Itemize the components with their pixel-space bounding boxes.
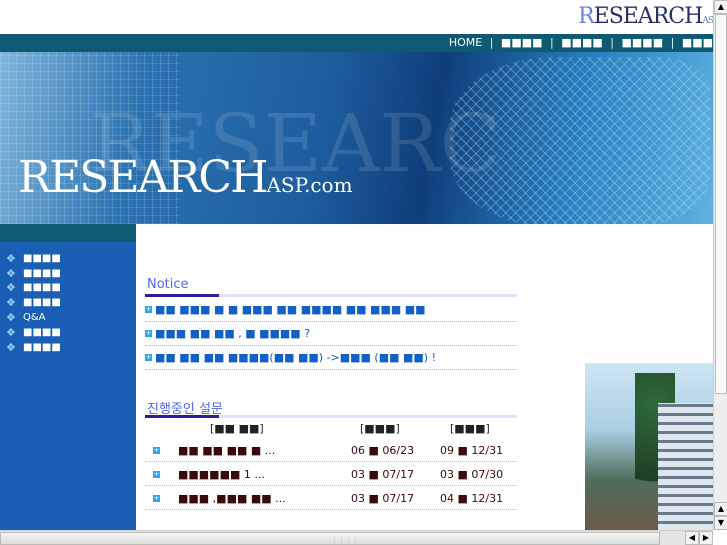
nav-separator: | bbox=[670, 36, 675, 49]
horizontal-scrollbar[interactable]: ⋮⋮⋮⋮ ◀ ▶ bbox=[0, 530, 713, 545]
survey-row[interactable]: + ■■■■■■ 1 ... 03 ■ 07/17 03 ■ 07/30 bbox=[145, 462, 517, 486]
notice-item[interactable]: + ■■ ■■ ■■ ■■■■(■■ ■■) ->■■■ (■■ ■■) ! bbox=[145, 346, 517, 370]
nav-item-2[interactable]: ■■■■ bbox=[561, 36, 603, 49]
nav-separator: | bbox=[610, 36, 615, 49]
column-header-end: [■■■] bbox=[450, 422, 490, 435]
diamond-bullet-icon: ❖ bbox=[6, 340, 16, 354]
nav-item-1[interactable]: ■■■■ bbox=[501, 36, 543, 49]
sidebar-item[interactable]: ❖ ■■■■ bbox=[6, 295, 136, 310]
top-header: RESEARCHAS bbox=[0, 0, 714, 34]
scroll-up-arrow-icon[interactable]: ▲ bbox=[714, 502, 727, 516]
plus-icon: + bbox=[153, 470, 160, 478]
notice-item[interactable]: + ■■ ■■■ ■ ■ ■■■ ■■ ■■■■ ■■ ■■■ ■■ bbox=[145, 298, 517, 322]
diamond-bullet-icon: ❖ bbox=[6, 311, 16, 325]
plus-icon: + bbox=[145, 353, 152, 361]
diamond-bullet-icon: ❖ bbox=[6, 296, 16, 310]
diamond-bullet-icon: ❖ bbox=[6, 251, 16, 265]
survey-row[interactable]: + ■■ ■■ ■■ ■ ... 06 ■ 06/23 09 ■ 12/31 bbox=[145, 438, 517, 462]
sidebar: ❖ ■■■■ ❖ ■■■■ ❖ ■■■■ ❖ ■■■■ ❖ Q&A ❖ ■■■■ ❖ ■■■■ bbox=[0, 224, 136, 530]
diamond-bullet-icon: ❖ bbox=[6, 266, 16, 280]
column-header-title: [■■ ■■] bbox=[210, 422, 264, 435]
column-header-start: [■■■] bbox=[360, 422, 400, 435]
plus-icon: + bbox=[153, 494, 160, 502]
nav-home[interactable]: HOME bbox=[449, 36, 482, 49]
plus-icon: + bbox=[153, 446, 160, 454]
sidebar-item[interactable]: ❖ ■■■■ bbox=[6, 325, 136, 340]
top-nav: HOME | ■■■■ | ■■■■ | ■■■■ | ■■■ bbox=[0, 34, 713, 52]
plus-icon: + bbox=[145, 305, 152, 313]
hero-banner: RESEARC RESEARCHASP.com bbox=[0, 52, 713, 224]
site-logo[interactable]: RESEARCHAS bbox=[578, 4, 714, 29]
nav-item-4[interactable]: ■■■ bbox=[682, 36, 713, 49]
plus-icon: + bbox=[145, 329, 152, 337]
nav-separator: | bbox=[489, 36, 494, 49]
vertical-scrollbar[interactable]: ▲ ▲ ▼ bbox=[713, 0, 727, 530]
survey-row[interactable]: + ■■■ ,■■■ ■■ ... 03 ■ 07/17 04 ■ 12/31 bbox=[145, 486, 517, 510]
resort-photo bbox=[585, 363, 713, 530]
horizontal-scroll-thumb[interactable]: ⋮⋮⋮⋮ bbox=[0, 532, 660, 545]
sidebar-item[interactable]: ❖ ■■■■ bbox=[6, 251, 136, 266]
vertical-scroll-thumb[interactable] bbox=[715, 14, 727, 394]
sidebar-item[interactable]: ❖ ■■■■ bbox=[6, 340, 136, 355]
scroll-left-arrow-icon[interactable]: ◀ bbox=[685, 531, 699, 545]
notice-title: Notice bbox=[147, 277, 189, 292]
scroll-down-arrow-icon[interactable]: ▼ bbox=[714, 516, 727, 530]
sidebar-item-qna[interactable]: ❖ Q&A bbox=[6, 310, 136, 325]
diamond-bullet-icon: ❖ bbox=[6, 281, 16, 295]
sidebar-item[interactable]: ❖ ■■■■ bbox=[6, 266, 136, 281]
sidebar-item[interactable]: ❖ ■■■■ bbox=[6, 281, 136, 296]
nav-item-3[interactable]: ■■■■ bbox=[622, 36, 664, 49]
banner-title: RESEARCHASP.com bbox=[18, 152, 353, 203]
scroll-right-arrow-icon[interactable]: ▶ bbox=[699, 531, 713, 545]
notice-item[interactable]: + ■■■ ■■ ■■ , ■ ■■■■ ? bbox=[145, 322, 517, 346]
scroll-up-arrow-icon[interactable]: ▲ bbox=[714, 0, 727, 14]
diamond-bullet-icon: ❖ bbox=[6, 325, 16, 339]
nav-separator: | bbox=[550, 36, 554, 49]
